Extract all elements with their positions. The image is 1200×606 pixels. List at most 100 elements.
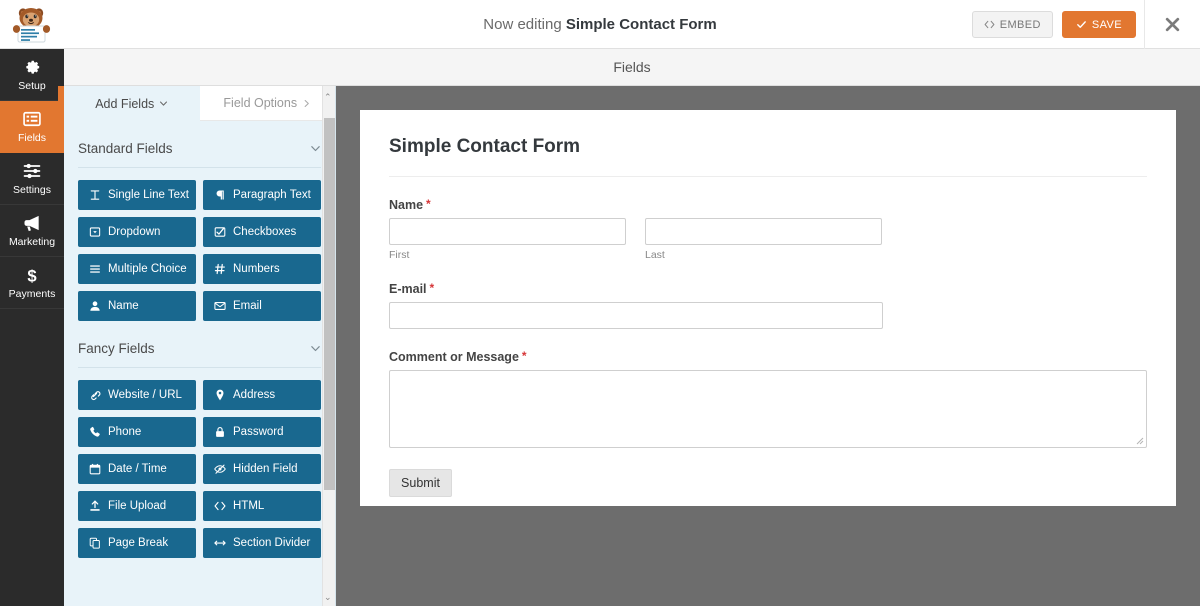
user-icon [90, 301, 100, 311]
field-label-wrap: E-mail * [389, 282, 1147, 296]
field-button-phone[interactable]: Phone [78, 417, 196, 447]
field-button-label: HTML [233, 500, 265, 512]
close-builder-button[interactable] [1144, 0, 1200, 49]
dropdown-icon [89, 227, 101, 237]
field-button-date-time[interactable]: Date / Time [78, 454, 196, 484]
field-button-label: Paragraph Text [233, 189, 311, 201]
field-button-address[interactable]: Address [203, 380, 321, 410]
standard-fields-grid: Single Line Text Paragraph Text Dropdown… [64, 168, 335, 321]
top-actions: EMBED SAVE [971, 0, 1200, 49]
field-button-single-line-text[interactable]: Single Line Text [78, 180, 196, 210]
scroll-down-caret-icon[interactable]: ⌄ [324, 592, 332, 603]
chevron-right-icon [304, 99, 309, 107]
form-preview-title: Simple Contact Form [389, 136, 1147, 177]
embed-button[interactable]: EMBED [971, 11, 1053, 38]
sidebar-item-label: Setup [18, 80, 46, 92]
sidebar-item-settings[interactable]: Settings [0, 153, 64, 205]
field-button-label: File Upload [108, 500, 167, 512]
group-header-fancy-fields[interactable]: Fancy Fields [78, 341, 321, 368]
field-button-label: Dropdown [108, 226, 161, 238]
sidebar-item-fields[interactable]: Fields [0, 101, 64, 153]
phone-icon [90, 426, 100, 437]
last-name-input[interactable] [645, 218, 882, 245]
field-button-label: Phone [108, 426, 142, 438]
map-pin-icon [216, 389, 224, 401]
sidebar-item-marketing[interactable]: Marketing [0, 205, 64, 257]
preview-field-comment-or-message[interactable]: Comment or Message * [389, 350, 1147, 448]
embed-button-label: EMBED [999, 18, 1041, 31]
eye-slash-icon [214, 464, 226, 474]
preview-field-name[interactable]: Name * First Last [389, 198, 1147, 261]
field-label: Name [389, 198, 424, 212]
first-name-input[interactable] [389, 218, 626, 245]
panel-scrollbar[interactable] [322, 86, 335, 606]
field-button-hidden-field[interactable]: Hidden Field [203, 454, 321, 484]
checkbox-icon [214, 227, 226, 237]
dollar-icon: $ [27, 266, 37, 285]
tab-add-fields[interactable]: Add Fields [64, 86, 200, 121]
name-subfield-first: First [389, 218, 626, 261]
calendar-icon [89, 463, 101, 475]
field-button-label: Checkboxes [233, 226, 297, 238]
field-button-html[interactable]: HTML [203, 491, 321, 521]
field-button-name[interactable]: Name [78, 291, 196, 321]
first-name-sublabel: First [389, 249, 410, 261]
panel-scrollbar-thumb[interactable] [324, 118, 335, 490]
save-button-label: SAVE [1091, 18, 1122, 31]
field-button-label: Numbers [233, 263, 280, 275]
field-button-dropdown[interactable]: Dropdown [78, 217, 196, 247]
field-button-password[interactable]: Password [203, 417, 321, 447]
files-icon [89, 537, 100, 549]
sidebar-item-label: Payments [8, 288, 56, 300]
email-input[interactable] [389, 302, 883, 329]
sidebar-item-setup[interactable]: Setup [0, 49, 64, 101]
field-button-page-break[interactable]: Page Break [78, 528, 196, 558]
required-marker: * [429, 281, 435, 295]
sidebar-item-payments[interactable]: $ Payments [0, 257, 64, 309]
field-button-numbers[interactable]: Numbers [203, 254, 321, 284]
field-button-label: Name [108, 300, 139, 312]
sliders-icon [23, 163, 41, 179]
comment-textarea[interactable] [389, 370, 1147, 448]
field-label-wrap: Comment or Message * [389, 350, 1147, 364]
required-marker: * [521, 349, 527, 363]
chevron-down-icon [160, 101, 168, 106]
field-button-checkboxes[interactable]: Checkboxes [203, 217, 321, 247]
wpforms-logo[interactable] [0, 0, 64, 49]
panel-subheader-title: Fields [613, 59, 651, 75]
field-button-label: Single Line Text [108, 189, 189, 201]
required-marker: * [426, 197, 431, 211]
field-button-label: Page Break [108, 537, 169, 549]
text-cursor-icon [90, 190, 100, 200]
save-button[interactable]: SAVE [1061, 11, 1136, 38]
scroll-up-caret-icon[interactable]: ⌃ [324, 92, 332, 103]
group-header-standard-fields[interactable]: Standard Fields [78, 141, 321, 168]
name-subfield-last: Last [645, 218, 882, 261]
field-button-multiple-choice[interactable]: Multiple Choice [78, 254, 196, 284]
list-icon [23, 111, 41, 127]
panel-tabs: Add Fields Field Options [64, 86, 335, 121]
field-button-paragraph-text[interactable]: Paragraph Text [203, 180, 321, 210]
fancy-fields-grid: Website / URL Address Phone Password Dat… [64, 368, 335, 558]
submit-button[interactable]: Submit [389, 469, 452, 497]
resize-handle-icon[interactable] [1136, 437, 1144, 445]
field-button-email[interactable]: Email [203, 291, 321, 321]
list-ul-icon [90, 265, 100, 273]
sidebar-item-label: Fields [17, 132, 46, 144]
field-button-label: Website / URL [108, 389, 182, 401]
field-button-file-upload[interactable]: File Upload [78, 491, 196, 521]
tab-field-options[interactable]: Field Options [199, 86, 335, 121]
hash-icon [214, 263, 225, 275]
check-icon [1076, 21, 1086, 28]
field-button-section-divider[interactable]: Section Divider [203, 528, 321, 558]
envelope-icon [214, 302, 226, 310]
code-icon [984, 20, 995, 29]
form-preview-area: Simple Contact Form Name * First Last E-… [336, 86, 1200, 606]
field-button-website-url[interactable]: Website / URL [78, 380, 196, 410]
preview-field-email[interactable]: E-mail * [389, 282, 1147, 329]
svg-text:$: $ [27, 266, 37, 285]
form-name: Simple Contact Form [565, 15, 717, 33]
field-label: Comment or Message [389, 350, 519, 364]
field-button-label: Section Divider [233, 537, 311, 549]
link-icon [91, 391, 101, 401]
